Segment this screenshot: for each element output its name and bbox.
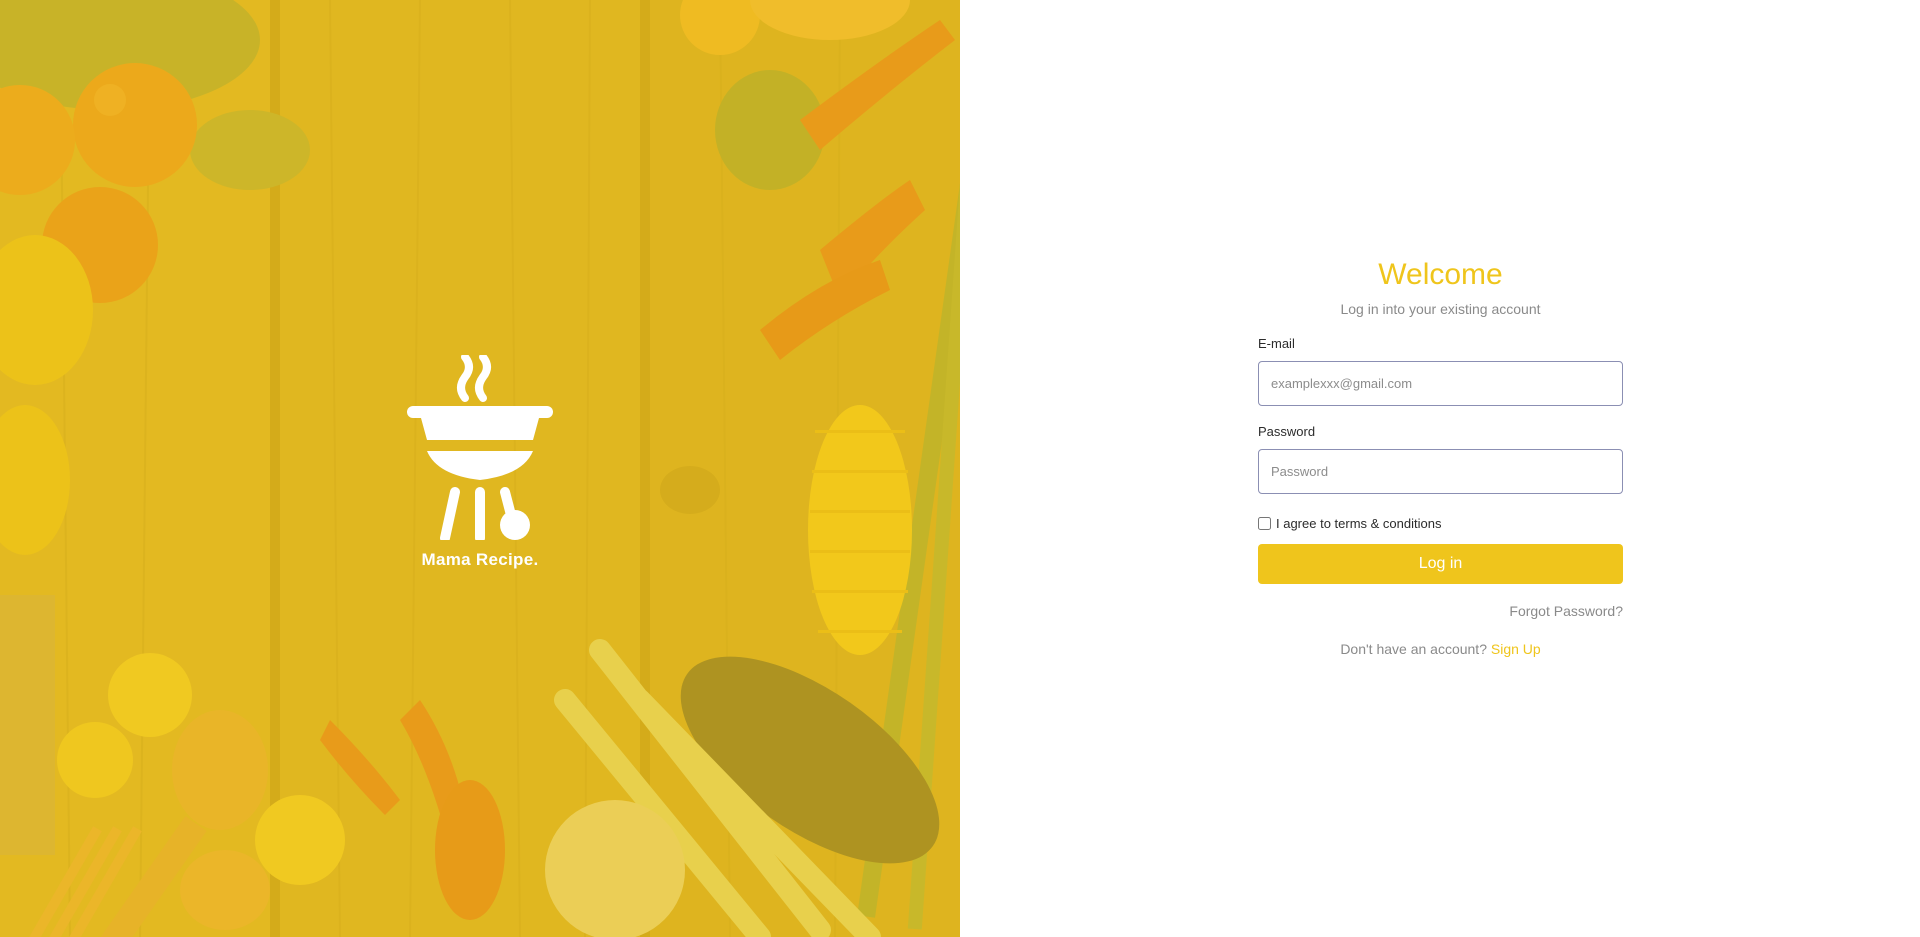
grill-icon [407, 355, 553, 540]
login-page: Mama Recipe. Welcome Log in into your ex… [0, 0, 1920, 937]
password-field[interactable] [1258, 449, 1623, 494]
terms-label: I agree to terms & conditions [1276, 516, 1442, 531]
email-label: E-mail [1258, 336, 1295, 351]
signup-link[interactable]: Sign Up [1491, 641, 1541, 657]
welcome-title: Welcome [1378, 258, 1503, 291]
terms-checkbox[interactable] [1258, 517, 1271, 530]
email-field[interactable] [1258, 361, 1623, 406]
login-button[interactable]: Log in [1258, 544, 1623, 584]
brand-name: Mama Recipe. [421, 550, 539, 569]
terms-row: I agree to terms & conditions [1258, 516, 1623, 531]
brand-block: Mama Recipe. [400, 355, 560, 570]
signup-prompt: Don't have an account? [1340, 641, 1491, 657]
hero-panel: Mama Recipe. [0, 0, 960, 937]
forgot-password-link[interactable]: Forgot Password? [1509, 603, 1623, 619]
forgot-row: Forgot Password? [1258, 603, 1623, 621]
login-subtitle: Log in into your existing account [1340, 301, 1541, 317]
password-label: Password [1258, 424, 1316, 439]
signup-row: Don't have an account? Sign Up [1258, 641, 1623, 657]
login-form: Welcome Log in into your existing accoun… [1258, 255, 1623, 657]
login-panel: Welcome Log in into your existing accoun… [960, 0, 1920, 937]
